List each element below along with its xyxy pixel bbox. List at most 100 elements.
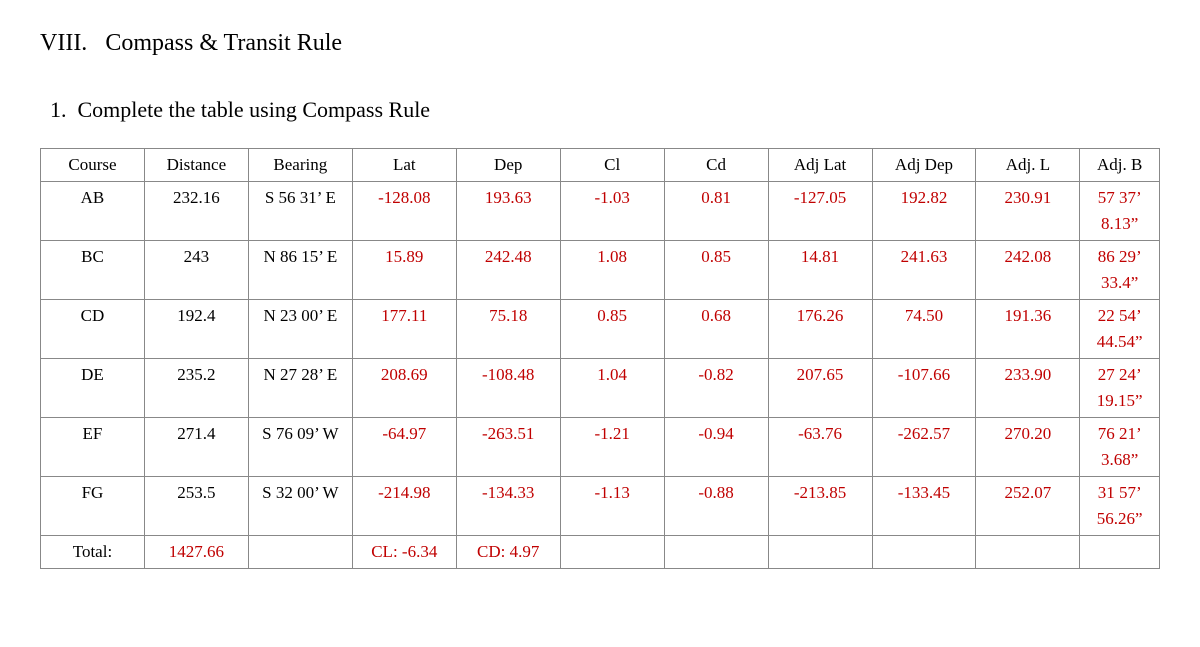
cell-adj-b: 31 57’56.26” [1080,477,1160,536]
cell-dep: -263.51 [456,418,560,477]
adj-b-line1: 57 37’ [1080,182,1159,211]
header-adj-l: Adj. L [976,149,1080,182]
cell-course: FG [41,477,145,536]
header-bearing: Bearing [248,149,352,182]
cell-adj-dep: -133.45 [872,477,976,536]
cell-adj-l: 233.90 [976,359,1080,418]
table-row: BC243N 86 15’ E15.89242.481.080.8514.812… [41,241,1160,300]
cell-total-dep: CD: 4.97 [456,536,560,569]
cell-adj-l: 270.20 [976,418,1080,477]
cell-adj-lat: -213.85 [768,477,872,536]
header-lat: Lat [352,149,456,182]
cell-adj-lat: 176.26 [768,300,872,359]
cell-dep: -134.33 [456,477,560,536]
adj-b-line2: 56.26” [1080,506,1159,535]
cell-cd: -0.94 [664,418,768,477]
cell-cd: 0.85 [664,241,768,300]
table-row: EF271.4S 76 09’ W-64.97-263.51-1.21-0.94… [41,418,1160,477]
cell-total-distance: 1427.66 [144,536,248,569]
cell-lat: 208.69 [352,359,456,418]
table-row: AB232.16S 56 31’ E-128.08193.63-1.030.81… [41,182,1160,241]
cell-distance: 235.2 [144,359,248,418]
cell-adj-lat: 14.81 [768,241,872,300]
cell-cd: -0.88 [664,477,768,536]
cell-adj-dep: 74.50 [872,300,976,359]
cell-distance: 243 [144,241,248,300]
adj-b-line1: 76 21’ [1080,418,1159,447]
table-row: FG253.5S 32 00’ W-214.98-134.33-1.13-0.8… [41,477,1160,536]
cell-cd: -0.82 [664,359,768,418]
cell-dep: 242.48 [456,241,560,300]
adj-b-line1: 27 24’ [1080,359,1159,388]
cell-course: BC [41,241,145,300]
header-distance: Distance [144,149,248,182]
cell-empty [664,536,768,569]
cell-bearing: N 86 15’ E [248,241,352,300]
adj-b-line2: 3.68” [1080,447,1159,476]
cell-lat: 177.11 [352,300,456,359]
cell-adj-b: 86 29’33.4” [1080,241,1160,300]
cell-adj-lat: 207.65 [768,359,872,418]
cell-cl: 1.04 [560,359,664,418]
item-text: Complete the table using Compass Rule [78,97,431,122]
cell-cl: -1.21 [560,418,664,477]
cell-lat: -64.97 [352,418,456,477]
adj-b-line1: 22 54’ [1080,300,1159,329]
cell-distance: 232.16 [144,182,248,241]
section-heading: VIII. Compass & Transit Rule [40,30,1160,57]
cell-dep: -108.48 [456,359,560,418]
cell-bearing: S 32 00’ W [248,477,352,536]
cell-adj-lat: -127.05 [768,182,872,241]
compass-rule-table: Course Distance Bearing Lat Dep Cl Cd Ad… [40,148,1160,569]
cell-lat: -214.98 [352,477,456,536]
header-adj-b: Adj. B [1080,149,1160,182]
header-adj-dep: Adj Dep [872,149,976,182]
cell-empty [976,536,1080,569]
cell-adj-dep: -107.66 [872,359,976,418]
cell-cl: -1.03 [560,182,664,241]
header-cl: Cl [560,149,664,182]
cell-empty [1080,536,1160,569]
cell-course: CD [41,300,145,359]
cell-adj-dep: 192.82 [872,182,976,241]
cell-empty [872,536,976,569]
cell-cl: -1.13 [560,477,664,536]
adj-b-line1: 86 29’ [1080,241,1159,270]
table-row: CD192.4N 23 00’ E177.1175.180.850.68176.… [41,300,1160,359]
cell-adj-l: 252.07 [976,477,1080,536]
table-total-row: Total:1427.66 CL: -6.34CD: 4.97 [41,536,1160,569]
header-cd: Cd [664,149,768,182]
cell-cl: 0.85 [560,300,664,359]
cell-distance: 192.4 [144,300,248,359]
section-title: Compass & Transit Rule [105,30,342,56]
adj-b-line2: 44.54” [1080,329,1159,358]
cell-bearing: S 56 31’ E [248,182,352,241]
cell-adj-l: 191.36 [976,300,1080,359]
table-row: DE235.2N 27 28’ E208.69-108.481.04-0.822… [41,359,1160,418]
cell-empty [768,536,872,569]
cell-adj-b: 57 37’8.13” [1080,182,1160,241]
cell-bearing: N 27 28’ E [248,359,352,418]
cell-course: DE [41,359,145,418]
cell-cd: 0.68 [664,300,768,359]
cell-total-bearing [248,536,352,569]
cell-adj-lat: -63.76 [768,418,872,477]
cell-total-label: Total: [41,536,145,569]
cell-lat: -128.08 [352,182,456,241]
cell-total-lat: CL: -6.34 [352,536,456,569]
item-heading: 1. Complete the table using Compass Rule [40,97,1160,123]
cell-bearing: S 76 09’ W [248,418,352,477]
cell-distance: 253.5 [144,477,248,536]
cell-adj-b: 76 21’3.68” [1080,418,1160,477]
cell-course: EF [41,418,145,477]
header-course: Course [41,149,145,182]
cell-bearing: N 23 00’ E [248,300,352,359]
adj-b-line2: 19.15” [1080,388,1159,417]
adj-b-line2: 33.4” [1080,270,1159,299]
cell-cl: 1.08 [560,241,664,300]
cell-dep: 193.63 [456,182,560,241]
cell-adj-b: 27 24’19.15” [1080,359,1160,418]
item-number: 1. [50,97,67,122]
cell-empty [560,536,664,569]
cell-adj-dep: 241.63 [872,241,976,300]
